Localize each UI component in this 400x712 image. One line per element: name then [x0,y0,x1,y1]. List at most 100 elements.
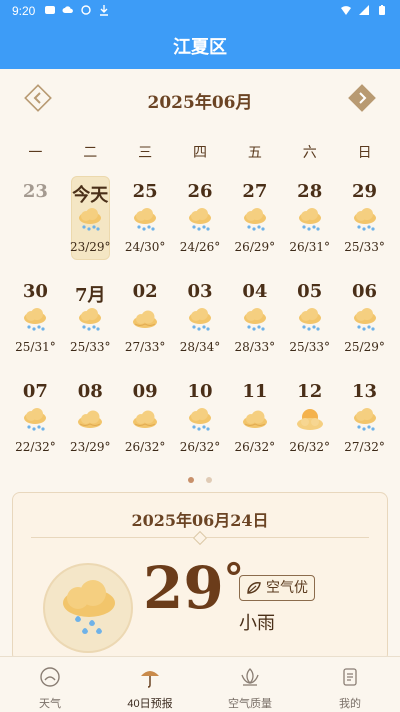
day-number: 08 [77,381,103,402]
calendar-day[interactable]: 09 26/32° [118,376,173,476]
calendar-day[interactable]: 11 26/32° [227,376,282,476]
cloud-icon [130,308,160,332]
next-month-button[interactable] [348,84,376,112]
chevron-right-icon [348,84,376,112]
day-detail-card[interactable]: 2025年06月24日 29° 空气优 小雨 [12,492,388,662]
weather-condition: 小雨 [239,613,275,634]
rain-cloud-icon [20,408,50,432]
calendar-day[interactable]: 25 24/30° [118,176,173,276]
calendar-day[interactable]: 7月 25/33° [63,276,118,376]
rain-cloud-icon [185,308,215,332]
day-number: 28 [297,181,323,202]
calendar-day[interactable]: 10 26/32° [173,376,228,476]
calendar-day[interactable]: 28 26/31° [282,176,337,276]
tab-mine[interactable]: 我的 [300,657,400,712]
tab-air-quality[interactable]: 空气质量 [200,657,300,712]
calendar-day[interactable]: 13 27/32° [337,376,392,476]
temperature-range: 27/33° [124,340,166,354]
cloud-icon [75,408,105,432]
temperature-range: 26/32° [234,440,276,454]
calendar-day[interactable]: 08 23/29° [63,376,118,476]
calendar-grid: 23 今天 23/29° 25 24/30° 26 24/26° 27 26/29° 28 26/3… [8,176,392,456]
rain-cloud-icon [295,308,325,332]
cloud-icon [240,408,270,432]
calendar-day[interactable]: 03 28/34° [173,276,228,376]
battery-icon [376,4,388,16]
lotus-icon [241,668,259,686]
temperature-range: 26/32° [289,440,330,454]
weekday-label: 四 [192,145,207,161]
calendar-day[interactable]: 04 28/33° [227,276,282,376]
calendar-day[interactable]: 30 25/31° [8,276,63,376]
temperature-range: 26/32° [179,440,221,454]
day-number: 7月 [75,285,106,306]
day-number: 25 [132,181,158,202]
page-dot [205,477,212,483]
calendar-day[interactable]: 07 22/32° [8,376,63,476]
weekday-label: 二 [83,145,98,161]
calendar-day[interactable]: 12 26/32° [282,376,337,476]
temperature-range: 22/32° [15,440,56,454]
calendar-day[interactable]: 27 26/29° [227,176,282,276]
rain-cloud-icon [295,208,325,232]
tab-40day-forecast[interactable]: 40日预报 [100,657,200,712]
signal-icon [358,4,370,16]
temperature-range: 28/34° [179,340,221,354]
temperature-range: 25/31° [15,340,56,354]
download-status-icon [98,4,110,16]
day-number: 12 [297,381,323,402]
calendar-day[interactable]: 23 [8,176,63,276]
temperature-range: 26/29° [234,240,276,254]
temperature-range: 26/32° [124,440,166,454]
calendar-day-today[interactable]: 今天 23/29° [63,176,118,276]
month-title: 2025年06月 [147,93,253,113]
temperature-range: 25/33° [289,340,330,354]
detail-date: 2025年06月24日 [131,511,269,530]
tab-label: 空气质量 [228,698,272,710]
day-number: 02 [132,281,158,302]
rain-cloud-icon [350,408,380,432]
cloud-status-icon [62,4,74,16]
tab-label: 天气 [39,698,61,710]
weekday-label: 五 [247,145,262,161]
day-number: 04 [242,281,268,302]
weekday-label: 一 [28,145,43,161]
day-number: 03 [187,281,213,302]
rain-cloud-icon [43,563,133,653]
day-number: 30 [22,281,48,302]
status-time: 9:20 [12,4,36,18]
status-bar: 9:20 [0,0,400,24]
temperature-range: 26/31° [289,240,330,254]
rain-cloud-icon [185,208,215,232]
temperature-range: 25/33° [69,340,111,354]
temperature-range: 24/30° [124,240,166,254]
temperature-range: 25/33° [344,240,385,254]
weekday-label: 三 [138,145,153,161]
wifi-icon [340,4,352,16]
day-number: 10 [187,381,213,402]
day-number: 09 [132,381,158,402]
rain-cloud-icon [185,408,215,432]
calendar-day[interactable]: 26 24/26° [173,176,228,276]
rain-cloud-icon [240,208,270,232]
aqi-label: 空气优 [266,580,308,596]
rain-cloud-icon [130,208,160,232]
page-dot-active [188,477,195,483]
scroll-icon [343,668,357,686]
temperature-value: 29 [143,554,224,622]
tab-weather[interactable]: 天气 [0,657,100,712]
bottom-nav: 天气 40日预报 空气质量 我的 [0,656,400,712]
calendar-day[interactable]: 29 25/33° [337,176,392,276]
aqi-badge[interactable]: 空气优 [239,575,315,601]
temperature-range: 28/33° [234,340,276,354]
rain-cloud-icon [350,308,380,332]
day-number: 今天 [72,185,109,206]
day-number: 29 [352,181,378,202]
day-number: 07 [22,381,48,402]
calendar-day[interactable]: 05 25/33° [282,276,337,376]
calendar-day[interactable]: 02 27/33° [118,276,173,376]
day-number: 05 [297,281,323,302]
temperature-range: 23/29° [69,440,111,454]
calendar-day[interactable]: 06 25/29° [337,276,392,376]
day-number: 23 [22,181,48,202]
